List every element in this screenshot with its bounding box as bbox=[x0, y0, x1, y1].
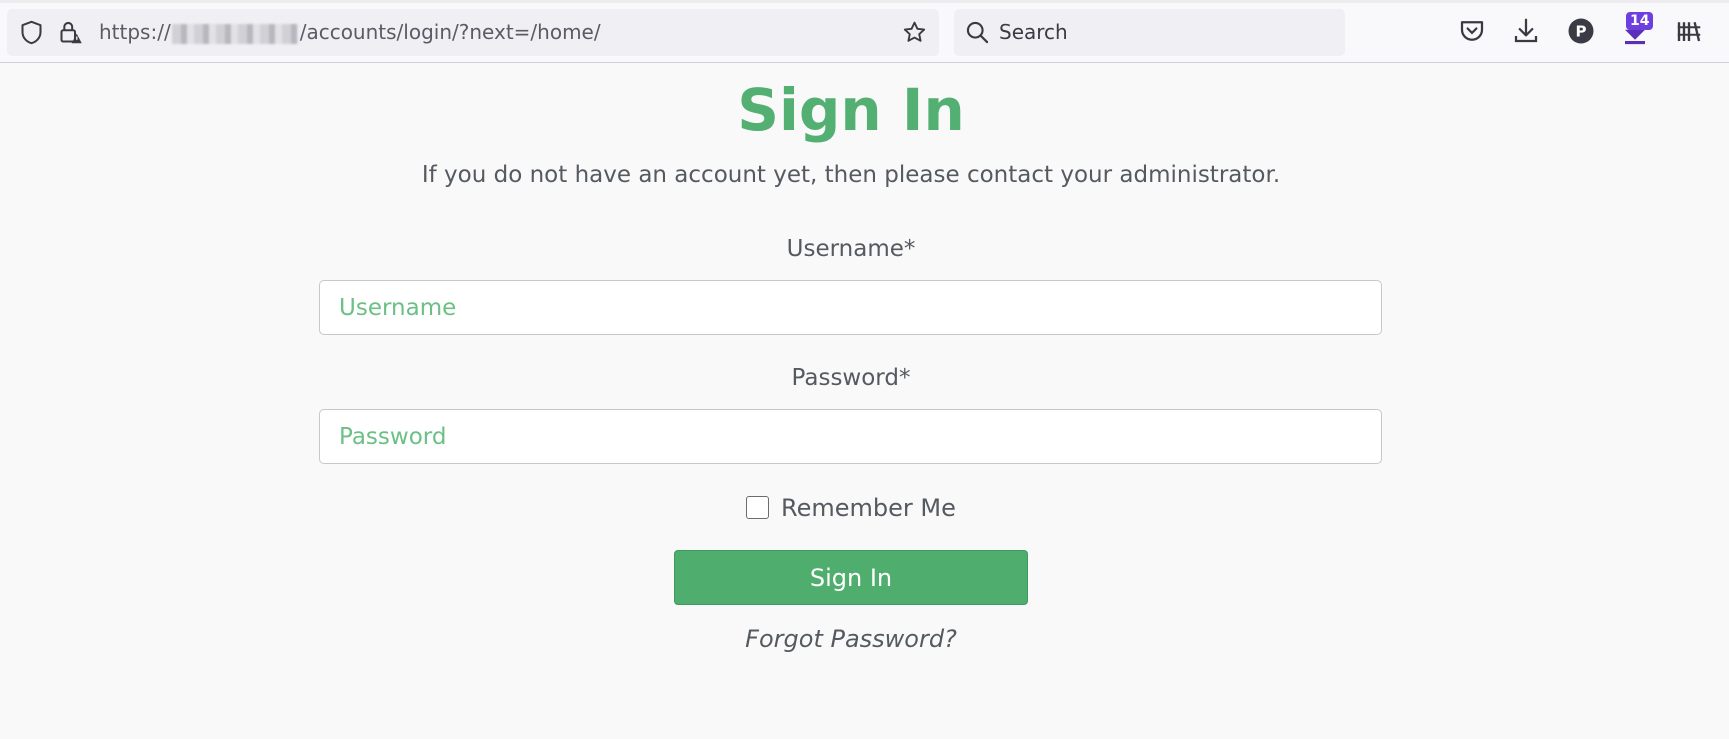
redacted-host bbox=[171, 23, 298, 44]
search-icon bbox=[966, 21, 989, 44]
remember-me-label[interactable]: Remember Me bbox=[781, 492, 956, 524]
extension-badge: 14 bbox=[1626, 12, 1654, 30]
download-icon[interactable] bbox=[1511, 16, 1541, 46]
pocket-icon[interactable] bbox=[1457, 16, 1487, 46]
url-text[interactable]: https:// /accounts/login/?next=/home/ bbox=[99, 20, 601, 45]
address-bar[interactable]: https:// /accounts/login/?next=/home/ bbox=[7, 9, 939, 56]
username-label: Username* bbox=[786, 236, 916, 262]
shield-icon[interactable] bbox=[18, 19, 45, 46]
search-placeholder: Search bbox=[999, 20, 1068, 44]
lock-warning-icon[interactable] bbox=[57, 19, 84, 46]
library-icon[interactable] bbox=[1674, 16, 1704, 46]
profile-p-icon[interactable]: P bbox=[1566, 16, 1596, 46]
tab-strip-edge bbox=[0, 0, 1729, 3]
username-input[interactable] bbox=[319, 280, 1382, 335]
star-icon[interactable] bbox=[901, 19, 928, 46]
forgot-password-link[interactable]: Forgot Password? bbox=[0, 622, 1702, 656]
page-subtitle: If you do not have an account yet, then … bbox=[421, 162, 1281, 188]
url-scheme: https:// bbox=[99, 20, 171, 44]
browser-toolbar: https:// /accounts/login/?next=/home/ Sea… bbox=[0, 0, 1729, 63]
url-path: /accounts/login/?next=/home/ bbox=[299, 20, 601, 44]
remember-me-checkbox[interactable] bbox=[746, 496, 769, 519]
svg-text:P: P bbox=[1576, 23, 1587, 41]
password-input[interactable] bbox=[319, 409, 1382, 464]
password-label: Password* bbox=[791, 365, 911, 391]
sign-in-button[interactable]: Sign In bbox=[674, 550, 1028, 605]
search-bar[interactable]: Search bbox=[954, 9, 1345, 56]
page-title: Sign In bbox=[737, 76, 965, 144]
